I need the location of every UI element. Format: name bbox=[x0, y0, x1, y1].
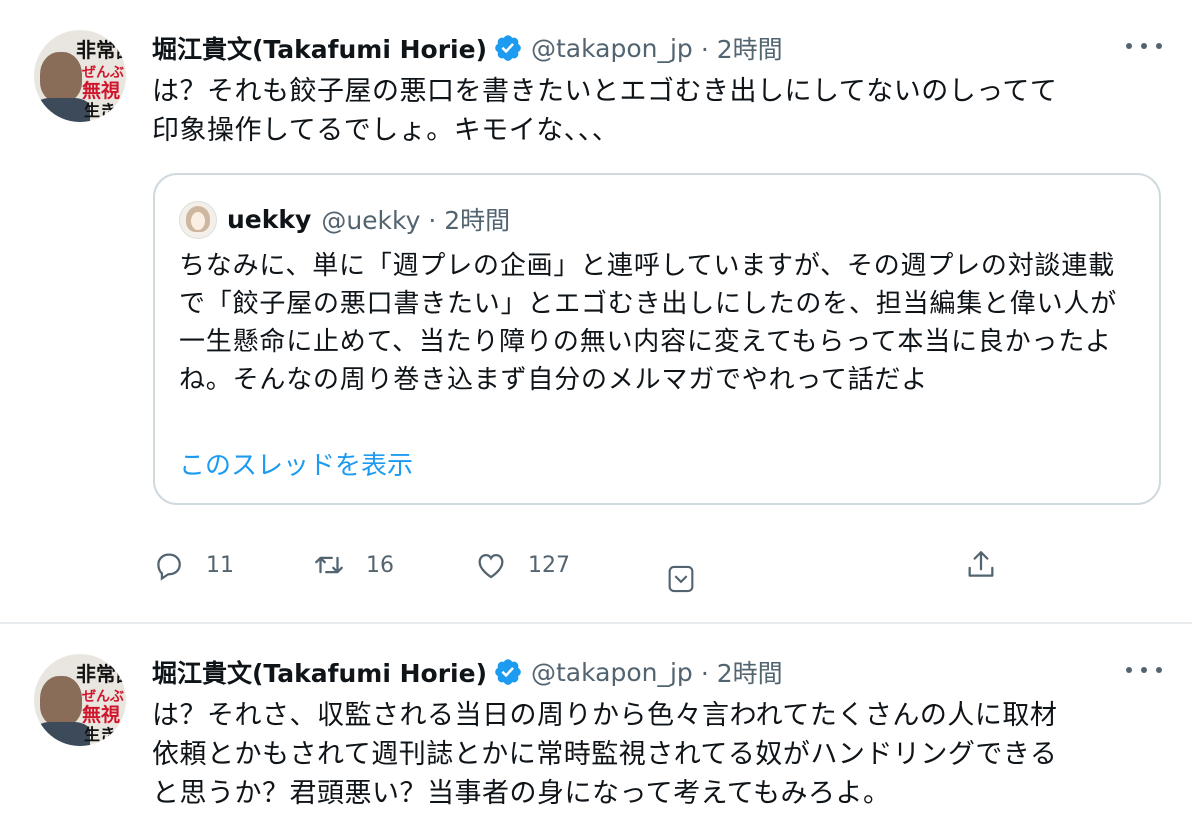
dm-button[interactable] bbox=[664, 562, 698, 596]
avatar-text: ぜんぶ bbox=[82, 65, 124, 81]
avatar-text: 生き bbox=[84, 725, 117, 744]
avatar-text: 生き bbox=[84, 101, 117, 120]
quoted-tweet-text: ちなみに、単に「週プレの企画」と連呼していますが、その週プレの対談連載で「餃子屋… bbox=[179, 251, 1118, 395]
avatar-text: 非常識 bbox=[76, 662, 126, 686]
avatar-text: 無視 bbox=[82, 80, 121, 102]
timestamp[interactable]: · 2時間 bbox=[701, 654, 783, 690]
avatar-text: 無視 bbox=[82, 704, 121, 726]
retweet-count: 16 bbox=[366, 552, 394, 578]
share-icon bbox=[968, 551, 994, 577]
quoted-author-name[interactable]: uekky bbox=[227, 205, 311, 234]
retweet-button[interactable]: 16 bbox=[312, 548, 394, 582]
timestamp[interactable]: · 2時間 bbox=[701, 30, 783, 66]
tweet-actions: 11 16 127 bbox=[152, 548, 1012, 593]
chevron-down-icon bbox=[668, 565, 694, 593]
tweet-text: は？それさ、収監される当日の周りから色々言われてたくさんの人に取材 依頼とかもさ… bbox=[152, 700, 1058, 809]
avatar-face bbox=[191, 212, 205, 230]
more-icon[interactable] bbox=[1126, 658, 1162, 682]
author-handle[interactable]: @takapon_jp bbox=[531, 34, 693, 63]
quoted-tweet-header: uekky @uekky · 2時間 bbox=[227, 199, 510, 239]
reply-count: 11 bbox=[206, 552, 234, 578]
avatar-text: ぜんぶ bbox=[82, 689, 124, 705]
more-icon[interactable] bbox=[1126, 34, 1162, 58]
author-name[interactable]: 堀江貴文(Takafumi Horie) bbox=[152, 654, 487, 690]
author-name[interactable]: 堀江貴文(Takafumi Horie) bbox=[152, 30, 487, 66]
tweet-text: は？それも餃子屋の悪口を書きたいとエゴむき出しにしてないのしってて 印象操作して… bbox=[152, 76, 1058, 146]
show-thread-link[interactable]: このスレッドを表示 bbox=[179, 445, 413, 482]
verified-badge-icon bbox=[495, 659, 521, 685]
tweet-header: 堀江貴文(Takafumi Horie) @takapon_jp · 2時間 bbox=[152, 28, 783, 68]
quoted-author-handle[interactable]: @uekky · 2時間 bbox=[321, 201, 510, 237]
avatar-text: 非常識 bbox=[76, 38, 126, 62]
tweet[interactable]: 非常識 ぜんぶ 無視 生き 堀江貴文(Takafumi Horie) @taka… bbox=[0, 624, 1192, 838]
author-handle[interactable]: @takapon_jp bbox=[531, 658, 693, 687]
like-button[interactable]: 127 bbox=[474, 548, 570, 582]
avatar[interactable]: 非常識 ぜんぶ 無視 生き bbox=[34, 654, 126, 746]
reply-icon bbox=[157, 553, 181, 581]
like-count: 127 bbox=[528, 552, 570, 578]
retweet-icon bbox=[315, 556, 343, 574]
verified-badge-icon bbox=[495, 35, 521, 61]
like-icon bbox=[478, 553, 504, 579]
avatar[interactable]: 非常識 ぜんぶ 無視 生き bbox=[34, 30, 126, 122]
share-button[interactable] bbox=[964, 548, 998, 582]
avatar[interactable] bbox=[179, 201, 217, 239]
reply-button[interactable]: 11 bbox=[152, 548, 234, 582]
tweet[interactable]: 非常識 ぜんぶ 無視 生き 堀江貴文(Takafumi Horie) @taka… bbox=[0, 0, 1192, 620]
tweet-header: 堀江貴文(Takafumi Horie) @takapon_jp · 2時間 bbox=[152, 652, 783, 692]
quoted-tweet[interactable]: uekky @uekky · 2時間 ちなみに、単に「週プレの企画」と連呼してい… bbox=[153, 173, 1161, 505]
